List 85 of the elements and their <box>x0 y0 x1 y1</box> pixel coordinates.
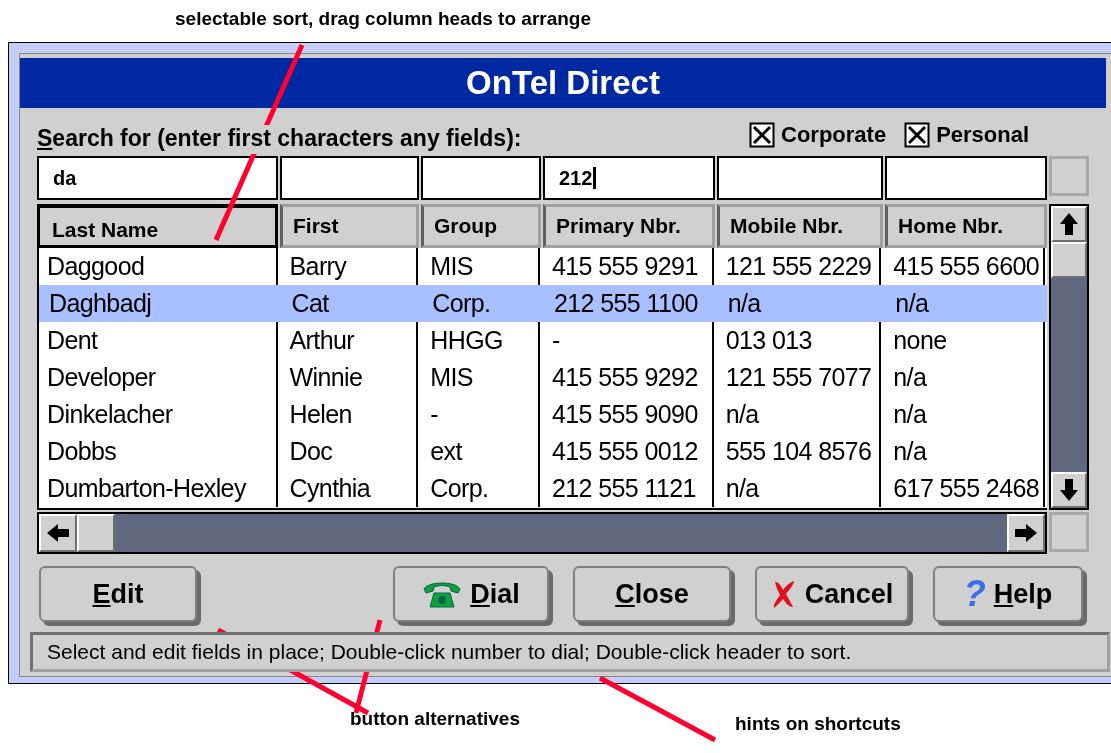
table-cell: n/a <box>893 363 927 392</box>
table-cell: 617 555 2468 <box>893 474 1040 503</box>
scroll-left-button[interactable] <box>39 514 77 552</box>
filter-checkbox[interactable]: Corporate <box>749 122 887 148</box>
column-header[interactable]: Last Name <box>37 204 278 248</box>
table-cell: 212 555 1121 <box>552 474 696 503</box>
arrow-down-icon <box>1059 478 1079 502</box>
column-header[interactable]: Primary Nbr. <box>543 204 715 248</box>
table-cell: Corp. <box>430 474 489 503</box>
status-bar: Select and edit fields in place; Double-click number to dial; Double-click header to sort. <box>30 632 1110 672</box>
table-cell: n/a <box>895 289 929 318</box>
table-cell: Cynthia <box>289 474 371 503</box>
table-cell: Dobbs <box>47 437 117 466</box>
annotation-text: selectable sort, drag column heads to arrange <box>174 7 592 31</box>
filter-checkbox[interactable]: Personal <box>904 122 1030 148</box>
table-cell: 212 555 1100 <box>554 289 698 318</box>
table-cell: - <box>430 400 438 429</box>
table-cell: 121 555 2229 <box>725 252 872 281</box>
checkbox-icon <box>904 122 931 148</box>
vertical-scrollbar[interactable] <box>1049 204 1089 510</box>
table-cell: ext <box>430 437 462 466</box>
table-cell: n/a <box>727 289 761 318</box>
table-cell: n/a <box>725 474 759 503</box>
table-cell: 555 104 8576 <box>725 437 872 466</box>
table-cell: none <box>893 326 947 355</box>
table-cell: Daghbadj <box>49 289 152 318</box>
search-field[interactable]: 212 <box>543 156 715 200</box>
table-cell: 415 555 6600 <box>893 252 1040 281</box>
help-icon: ? <box>963 576 986 612</box>
table-cell: 415 555 0012 <box>552 437 698 466</box>
table-cell: n/a <box>893 437 927 466</box>
horizontal-scrollbar[interactable] <box>37 512 1047 554</box>
table-row[interactable]: Dent Arthur HHGG - 013 013 none <box>39 322 1047 359</box>
scroll-thumb[interactable] <box>77 514 115 552</box>
table-cell: 415 555 9090 <box>552 400 698 429</box>
scroll-down-button[interactable] <box>1051 472 1087 508</box>
table-cell: n/a <box>725 400 759 429</box>
table-row[interactable]: Daghbadj Cat Corp. 212 555 1100 n/a n/a <box>39 285 1047 322</box>
table-cell: Dinkelacher <box>47 400 173 429</box>
annotation-text: hints on shortcuts <box>735 713 901 735</box>
table-cell: 121 555 7077 <box>725 363 872 392</box>
search-field[interactable] <box>421 156 541 200</box>
table-row[interactable]: Dinkelacher Helen - 415 555 9090 n/a n/a <box>39 396 1047 433</box>
arrow-left-icon <box>46 523 70 543</box>
arrow-right-icon <box>1014 523 1038 543</box>
table-cell: Dumbarton-Hexley <box>47 474 246 503</box>
window-title: OnTel Direct <box>20 58 1106 108</box>
table-cell: Cat <box>291 289 329 318</box>
table-cell: 415 555 9291 <box>552 252 698 281</box>
table-cell: Arthur <box>289 326 354 355</box>
checkbox-icon <box>749 122 775 148</box>
search-field[interactable] <box>717 156 883 200</box>
column-header[interactable]: First <box>280 204 419 248</box>
table-cell: Winnie <box>289 363 363 392</box>
table-cell: 415 555 9292 <box>552 363 698 392</box>
table-cell: Dent <box>47 326 98 355</box>
table-cell: Corp. <box>432 289 491 318</box>
scroll-up-button[interactable] <box>1051 206 1087 242</box>
table-row[interactable]: Dumbarton-Hexley Cynthia Corp. 212 555 1121 n/a 617 555 2468 <box>39 470 1047 507</box>
search-field[interactable] <box>885 156 1047 200</box>
table-cell: MIS <box>430 252 473 281</box>
table-cell: HHGG <box>430 326 503 355</box>
table-row[interactable]: Dobbs Doc ext 415 555 0012 555 104 8576 n/a <box>39 433 1047 470</box>
table-row[interactable]: Developer Winnie MIS 415 555 9292 121 555 7077 n/a <box>39 359 1047 396</box>
telephone-icon <box>422 579 463 609</box>
annotation-text: button alternatives <box>350 708 520 730</box>
table-cell: n/a <box>893 400 927 429</box>
table-cell: Helen <box>289 400 352 429</box>
scrollbar-corner <box>1049 156 1089 196</box>
column-header[interactable]: Home Nbr. <box>885 204 1047 248</box>
table-cell: 013 013 <box>725 326 812 355</box>
arrow-up-icon <box>1059 212 1079 236</box>
column-header[interactable]: Mobile Nbr. <box>717 204 883 248</box>
scrollbar-corner <box>1049 512 1089 552</box>
column-header[interactable]: Group <box>421 204 541 248</box>
scroll-thumb[interactable] <box>1051 242 1087 278</box>
search-field[interactable]: da <box>37 156 278 200</box>
table-cell: Barry <box>289 252 347 281</box>
table-cell: MIS <box>430 363 473 392</box>
table-cell: Doc <box>289 437 333 466</box>
table-cell: Developer <box>47 363 156 392</box>
table-cell: Daggood <box>47 252 145 281</box>
table-cell: - <box>552 326 560 355</box>
scroll-right-button[interactable] <box>1007 514 1045 552</box>
search-field[interactable] <box>280 156 419 200</box>
